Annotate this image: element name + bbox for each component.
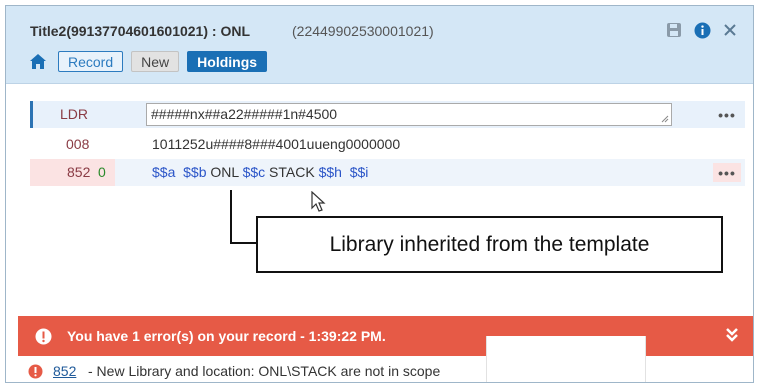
field-indicator: 0 [98,164,106,180]
subfield-code: $$a [152,164,176,180]
error-message-text: - New Library and location: ONL\STACK ar… [88,363,441,379]
record-title: Title2(99137704601601021) : ONL [30,23,250,39]
subfield-code: $$b [183,164,207,180]
tab-new[interactable]: New [131,51,180,72]
close-icon[interactable] [721,21,739,39]
field-more-button[interactable]: ••• [713,163,741,182]
field-tag: LDR [60,106,89,122]
field-value: $$a $$b ONL $$c STACK $$h $$i [152,164,368,180]
tab-record[interactable]: Record [58,51,124,72]
field-row-ldr[interactable]: LDR #####nx##a22#####1n#4500 ••• [30,101,745,128]
home-icon[interactable] [28,52,48,72]
callout-annotation: Library inherited from the template [256,216,723,273]
tab-holdings[interactable]: Holdings [187,51,268,72]
alert-icon [35,328,52,345]
subfield-code: $$h [318,164,342,180]
subfield-code: $$c [242,164,266,180]
save-icon[interactable] [665,21,683,39]
ldr-value: #####nx##a22#####1n#4500 [151,106,338,122]
overlay-panel [486,336,646,382]
field-tag: 008 [66,136,90,152]
field-row-008[interactable]: 008 1011252u####8###4001uueng0000000 [30,131,745,158]
callout-connector [230,190,232,244]
mouse-pointer-icon [311,191,326,212]
error-summary: You have 1 error(s) on your record - 1:3… [67,328,386,344]
subfield-value: ONL [210,164,239,180]
record-editor-panel: Title2(99137704601601021) : ONL (2244990… [5,5,754,383]
resize-handle-icon[interactable] [661,115,669,123]
ldr-value-input[interactable]: #####nx##a22#####1n#4500 [146,103,672,126]
field-row-852[interactable]: 852 0 $$a $$b ONL $$c STACK $$h $$i ••• [30,159,745,186]
alert-icon [28,364,43,379]
active-row-indicator [30,101,33,128]
subfield-code: $$i [349,164,369,180]
info-icon[interactable] [693,21,711,39]
error-field-link[interactable]: 852 [53,363,76,379]
header-actions [665,21,739,39]
subfield-value: STACK [269,164,315,180]
record-id: (22449902530001021) [292,23,434,39]
field-value: 1011252u####8###4001uueng0000000 [152,136,401,152]
field-tag: 852 [67,164,91,180]
field-more-button[interactable]: ••• [713,105,741,124]
panel-header: Title2(99137704601601021) : ONL (2244990… [6,6,753,84]
chevron-double-down-icon[interactable] [723,325,741,345]
record-tabs: Record New Holdings [28,51,268,72]
